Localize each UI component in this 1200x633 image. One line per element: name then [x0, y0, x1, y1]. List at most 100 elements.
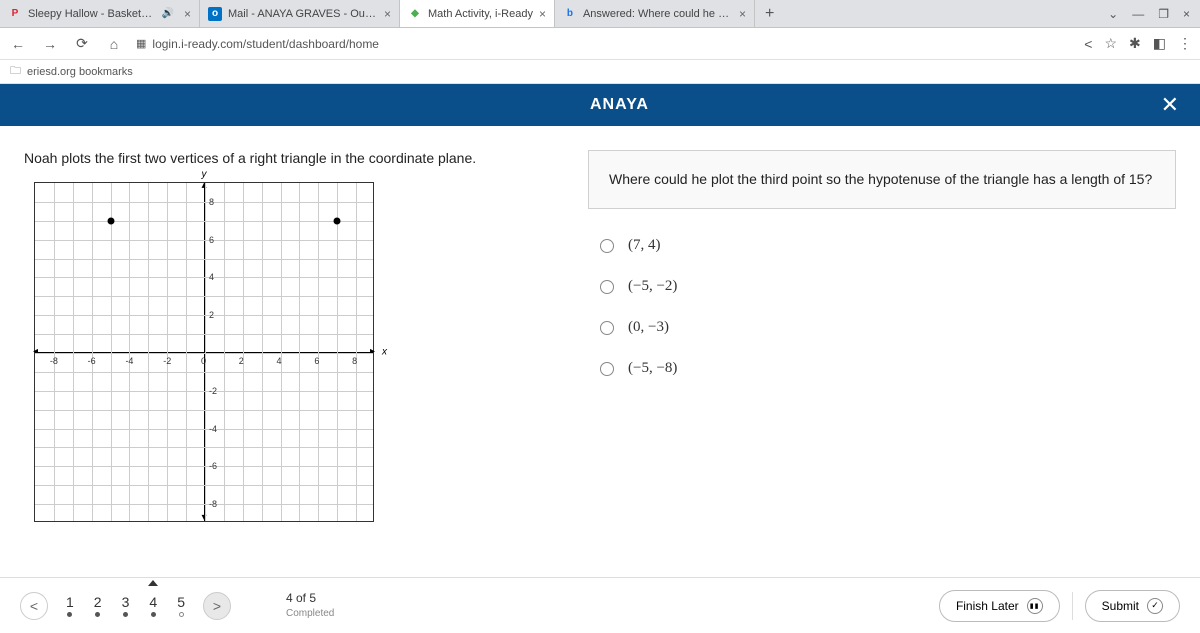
- chevron-down-icon[interactable]: ⌄: [1108, 7, 1118, 21]
- favicon: b: [563, 7, 577, 21]
- close-window-icon[interactable]: ×: [1183, 7, 1190, 21]
- tab-title: Math Activity, i-Ready: [428, 8, 533, 20]
- question-number[interactable]: 5: [177, 594, 185, 617]
- address-bar: ← → ⟳ ⌂ ▦ login.i-ready.com/student/dash…: [0, 28, 1200, 60]
- status-dot: [123, 612, 128, 617]
- y-tick-label: -2: [209, 386, 217, 396]
- app-header: ANAYA ✕: [0, 84, 1200, 126]
- new-tab-button[interactable]: +: [755, 5, 784, 23]
- finish-later-button[interactable]: Finish Later▮▮: [939, 590, 1060, 622]
- radio-icon: [600, 280, 614, 294]
- status-dot: [67, 612, 72, 617]
- status-dot: [151, 612, 156, 617]
- answer-option[interactable]: (−5, −2): [600, 278, 1176, 295]
- window-controls: ⌄ — ❐ ×: [1108, 7, 1200, 21]
- back-button[interactable]: ←: [8, 36, 28, 52]
- answer-option[interactable]: (−5, −8): [600, 360, 1176, 377]
- site-info-icon[interactable]: ▦: [136, 37, 146, 50]
- activity-content: Noah plots the first two vertices of a r…: [0, 126, 1200, 562]
- question-number[interactable]: 2: [94, 594, 102, 617]
- option-label: (−5, −2): [628, 278, 677, 295]
- question-number[interactable]: 1: [66, 594, 74, 617]
- y-tick-label: 6: [209, 235, 214, 245]
- account-icon[interactable]: ◧: [1153, 35, 1166, 52]
- status-ring: [179, 612, 184, 617]
- favicon: ◆: [408, 7, 422, 21]
- x-axis-label: x: [382, 347, 387, 358]
- status-dot: [95, 612, 100, 617]
- restore-icon[interactable]: ❐: [1158, 7, 1169, 21]
- bookmarks-bar: 🗀 eriesd.org bookmarks: [0, 60, 1200, 84]
- x-tick-label: 6: [314, 356, 319, 366]
- answer-option[interactable]: (0, −3): [600, 319, 1176, 336]
- next-question-button[interactable]: >: [203, 592, 231, 620]
- question-text: Where could he plot the third point so t…: [588, 150, 1176, 209]
- y-tick-label: -8: [209, 499, 217, 509]
- reload-button[interactable]: ⟳: [72, 35, 92, 52]
- extension-icon[interactable]: ✱: [1129, 35, 1141, 52]
- option-label: (−5, −8): [628, 360, 677, 377]
- tab-title: Sleepy Hallow - Basketball D: [28, 8, 158, 20]
- home-button[interactable]: ⌂: [104, 36, 124, 52]
- prompt-panel: Noah plots the first two vertices of a r…: [24, 150, 564, 562]
- close-icon[interactable]: ×: [184, 7, 191, 21]
- y-tick-label: -6: [209, 461, 217, 471]
- folder-icon: 🗀: [10, 62, 21, 81]
- browser-tab[interactable]: P Sleepy Hallow - Basketball D 🔊 ×: [0, 0, 200, 27]
- y-tick-label: 2: [209, 310, 214, 320]
- radio-icon: [600, 321, 614, 335]
- answer-option[interactable]: (7, 4): [600, 237, 1176, 254]
- url-text: login.i-ready.com/student/dashboard/home: [152, 37, 379, 51]
- option-label: (0, −3): [628, 319, 669, 336]
- close-icon[interactable]: ×: [739, 7, 746, 21]
- progress-indicator: 4 of 5 Completed: [286, 591, 334, 620]
- progress-label: Completed: [286, 607, 334, 620]
- share-icon[interactable]: <: [1084, 36, 1092, 52]
- x-tick-label: 8: [352, 356, 357, 366]
- browser-tab[interactable]: ◆ Math Activity, i-Ready ×: [400, 0, 555, 27]
- answer-options: (7, 4) (−5, −2) (0, −3) (−5, −8): [588, 237, 1176, 377]
- favicon: o: [208, 7, 222, 21]
- question-number[interactable]: 4: [149, 594, 157, 617]
- minimize-icon[interactable]: —: [1132, 7, 1144, 21]
- y-tick-label: -4: [209, 424, 217, 434]
- x-tick-label: 4: [277, 356, 282, 366]
- tab-title: Mail - ANAYA GRAVES - Outlook: [228, 8, 378, 20]
- tab-title: Answered: Where could he plot t: [583, 8, 733, 20]
- close-icon[interactable]: ×: [539, 7, 546, 21]
- pause-icon: ▮▮: [1027, 598, 1043, 614]
- star-icon[interactable]: ☆: [1104, 35, 1117, 52]
- progress-count: 4 of 5: [286, 591, 334, 607]
- close-icon[interactable]: ×: [384, 7, 391, 21]
- question-number[interactable]: 3: [122, 594, 130, 617]
- plotted-point: [107, 217, 114, 224]
- x-tick-label: -2: [163, 356, 171, 366]
- radio-icon: [600, 239, 614, 253]
- favicon: P: [8, 7, 22, 21]
- check-icon: ✓: [1147, 598, 1163, 614]
- menu-icon[interactable]: ⋮: [1178, 35, 1192, 52]
- radio-icon: [600, 362, 614, 376]
- option-label: (7, 4): [628, 237, 661, 254]
- divider: [1072, 592, 1073, 620]
- y-tick-label: 4: [209, 272, 214, 282]
- forward-button[interactable]: →: [40, 36, 60, 52]
- browser-tab-strip: P Sleepy Hallow - Basketball D 🔊 × o Mai…: [0, 0, 1200, 28]
- url-field[interactable]: ▦ login.i-ready.com/student/dashboard/ho…: [136, 37, 1072, 51]
- plotted-point: [334, 217, 341, 224]
- browser-tab[interactable]: b Answered: Where could he plot t ×: [555, 0, 755, 27]
- close-activity-button[interactable]: ✕: [1161, 92, 1180, 118]
- prompt-text: Noah plots the first two vertices of a r…: [24, 150, 564, 166]
- audio-icon[interactable]: 🔊: [162, 8, 174, 19]
- prev-question-button[interactable]: <: [20, 592, 48, 620]
- bookmark-item[interactable]: eriesd.org bookmarks: [27, 66, 133, 78]
- y-tick-label: 8: [209, 197, 214, 207]
- submit-button[interactable]: Submit✓: [1085, 590, 1180, 622]
- x-tick-label: -4: [125, 356, 133, 366]
- browser-tab[interactable]: o Mail - ANAYA GRAVES - Outlook ×: [200, 0, 400, 27]
- student-name: ANAYA: [590, 96, 649, 114]
- x-tick-label: 0: [201, 356, 206, 366]
- x-tick-label: -8: [50, 356, 58, 366]
- question-nav-footer: < 1 2 3 4 5 > 4 of 5 Completed Finish La…: [0, 577, 1200, 633]
- question-panel: Where could he plot the third point so t…: [588, 150, 1176, 562]
